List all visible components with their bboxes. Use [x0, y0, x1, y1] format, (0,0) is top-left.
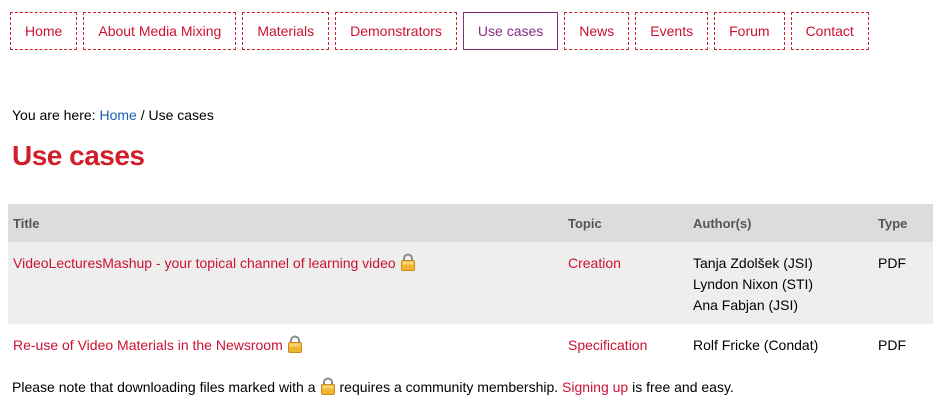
note-text-after: requires a community membership. [339, 379, 559, 395]
nav-forum[interactable]: Forum [714, 12, 785, 50]
note-text-end: is free and easy. [632, 379, 734, 395]
author-name: Rolf Fricke (Condat) [693, 337, 819, 353]
nav-use-cases[interactable]: Use cases [462, 12, 559, 50]
topic-link[interactable]: Specification [568, 337, 647, 353]
row-authors-cell: Tanja Zdolšek (JSI) Lyndon Nixon (STI) A… [688, 242, 873, 324]
topic-link[interactable]: Creation [568, 255, 621, 271]
row-type-cell: PDF [873, 324, 933, 364]
table-row: Re-use of Video Materials in the Newsroo… [8, 324, 933, 364]
breadcrumb-prefix: You are here: [12, 107, 96, 123]
note-text-before: Please note that downloading files marke… [12, 379, 316, 395]
nav-events[interactable]: Events [635, 12, 709, 50]
page-title: Use cases [12, 140, 145, 171]
use-case-title-link[interactable]: Re-use of Video Materials in the Newsroo… [13, 337, 283, 353]
lock-icon [400, 253, 416, 271]
column-header-type: Type [873, 204, 933, 242]
author-name: Lyndon Nixon (STI) [693, 276, 814, 292]
signing-up-link[interactable]: Signing up [562, 379, 628, 395]
column-header-authors: Author(s) [688, 204, 873, 242]
lock-icon [320, 377, 336, 395]
main-nav: Home About Media Mixing Materials Demons… [10, 12, 875, 50]
author-name: Ana Fabjan (JSI) [693, 297, 799, 313]
column-header-title: Title [8, 204, 563, 242]
nav-news[interactable]: News [564, 12, 630, 50]
nav-materials[interactable]: Materials [242, 12, 330, 50]
row-authors-cell: Rolf Fricke (Condat) [688, 324, 873, 364]
lock-icon [287, 335, 303, 353]
row-type-cell: PDF [873, 242, 933, 324]
breadcrumb-separator: / [140, 107, 145, 123]
breadcrumb: You are here: Home / Use cases [12, 107, 214, 123]
row-title-cell: VideoLecturesMashup - your topical chann… [8, 242, 563, 324]
membership-note: Please note that downloading files marke… [12, 377, 734, 395]
nav-home[interactable]: Home [10, 12, 78, 50]
row-title-cell: Re-use of Video Materials in the Newsroo… [8, 324, 563, 364]
breadcrumb-home-link[interactable]: Home [99, 107, 136, 123]
nav-contact[interactable]: Contact [790, 12, 869, 50]
table-row: VideoLecturesMashup - your topical chann… [8, 242, 933, 324]
column-header-topic: Topic [563, 204, 688, 242]
author-name: Tanja Zdolšek (JSI) [693, 255, 813, 271]
row-topic-cell: Specification [563, 324, 688, 364]
use-case-title-link[interactable]: VideoLecturesMashup - your topical chann… [13, 255, 396, 271]
nav-about-media-mixing[interactable]: About Media Mixing [83, 12, 237, 50]
table-header-row: Title Topic Author(s) Type [8, 204, 933, 242]
use-cases-table: Title Topic Author(s) Type VideoLectures… [8, 204, 933, 364]
breadcrumb-current: Use cases [148, 107, 214, 123]
nav-demonstrators[interactable]: Demonstrators [335, 12, 457, 50]
row-topic-cell: Creation [563, 242, 688, 324]
